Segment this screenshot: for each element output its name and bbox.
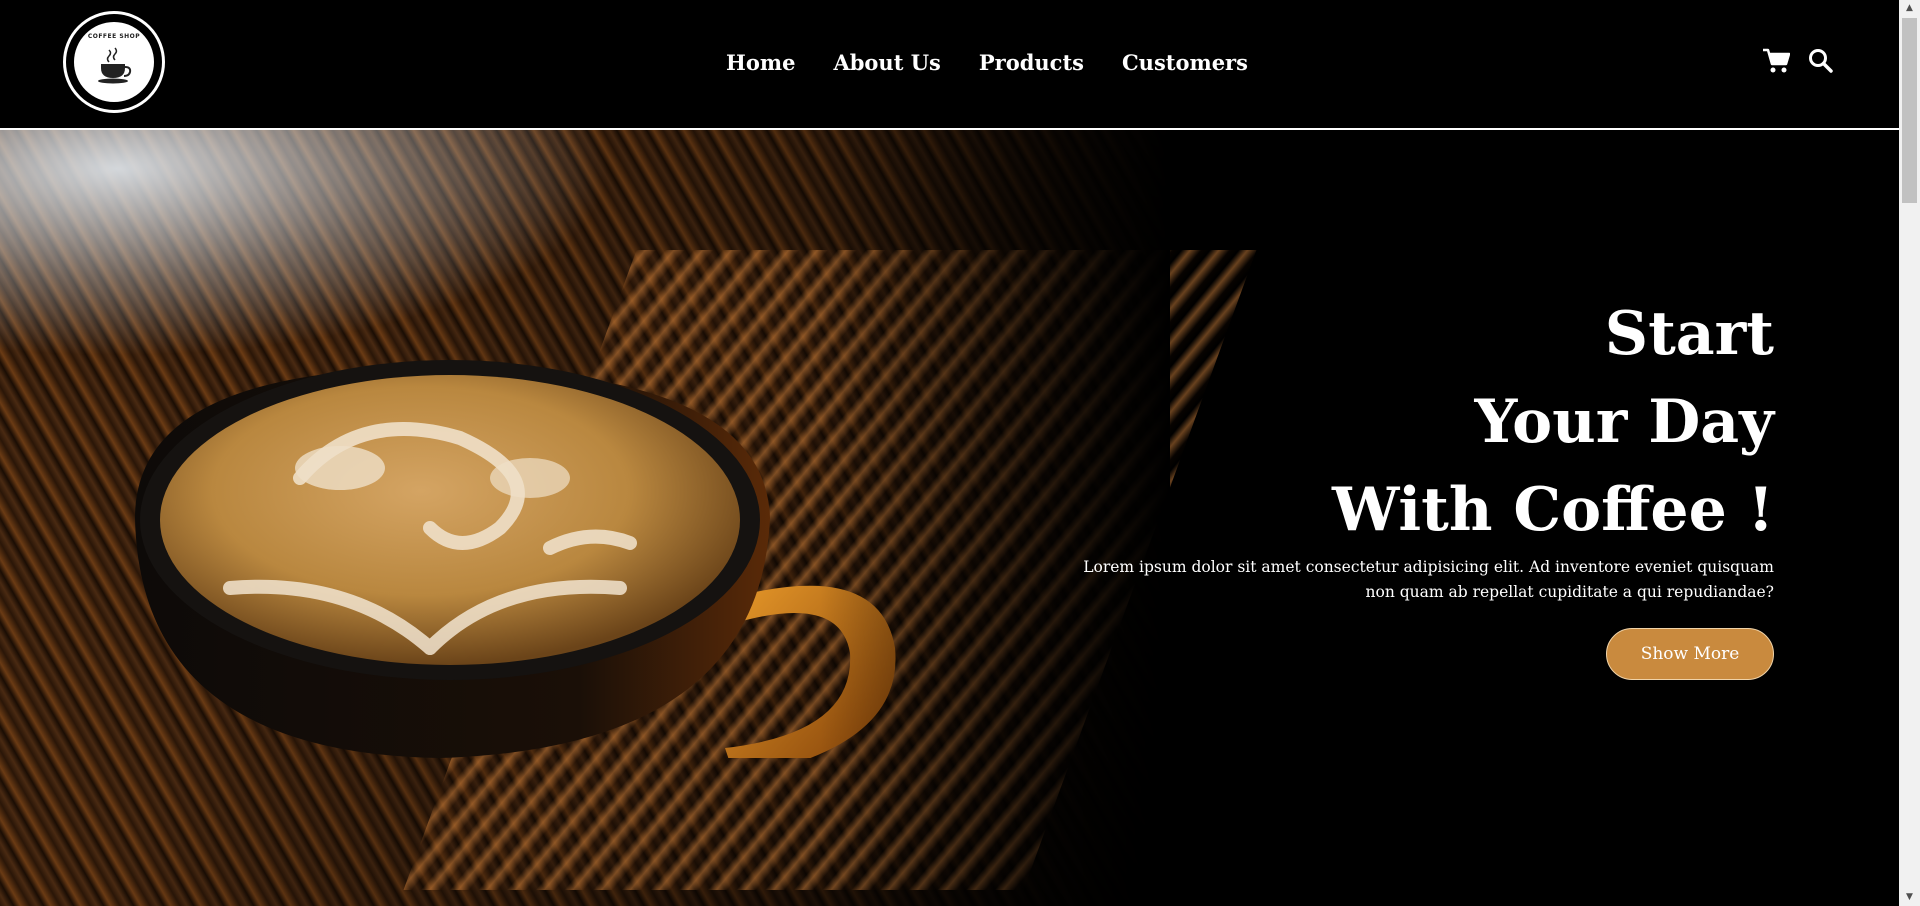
search-icon[interactable] bbox=[1808, 48, 1834, 74]
page-scrollbar[interactable]: ▲ ▼ bbox=[1899, 0, 1920, 906]
latte-cup-illustration bbox=[135, 360, 896, 758]
nav-home[interactable]: Home bbox=[726, 50, 795, 75]
header-icons bbox=[1762, 48, 1834, 74]
hero-description: Lorem ipsum dolor sit amet consectetur a… bbox=[1083, 558, 1774, 601]
hero-title-line-2: Your Day bbox=[1474, 387, 1774, 457]
site-header: COFFEE SHOP Home About Us Products Custo… bbox=[0, 0, 1899, 130]
nav-customers[interactable]: Customers bbox=[1122, 50, 1248, 75]
nav-products[interactable]: Products bbox=[979, 50, 1084, 75]
coffee-cup-icon bbox=[98, 47, 132, 84]
hero-title-line-1: Start bbox=[1604, 299, 1774, 369]
cart-icon[interactable] bbox=[1762, 48, 1790, 74]
photo-fade-overlay bbox=[820, 130, 1170, 906]
logo-badge: COFFEE SHOP bbox=[74, 22, 154, 102]
logo-text: COFFEE SHOP bbox=[87, 33, 141, 40]
main-nav: Home About Us Products Customers bbox=[726, 50, 1286, 75]
scroll-up-arrow-icon[interactable]: ▲ bbox=[1899, 0, 1920, 17]
nav-about-us[interactable]: About Us bbox=[833, 50, 940, 75]
coffee-shop-logo[interactable]: COFFEE SHOP bbox=[63, 11, 165, 113]
coffee-cup-photo bbox=[0, 130, 1257, 906]
hero-section: Start Your Day With Coffee ! Lorem ipsum… bbox=[0, 130, 1899, 906]
hero-title: Start Your Day With Coffee ! bbox=[1332, 290, 1774, 554]
scrollbar-thumb[interactable] bbox=[1902, 18, 1917, 203]
show-more-button[interactable]: Show More bbox=[1606, 628, 1774, 680]
hero-title-line-3: With Coffee ! bbox=[1332, 475, 1774, 545]
scroll-down-arrow-icon[interactable]: ▼ bbox=[1899, 889, 1920, 906]
